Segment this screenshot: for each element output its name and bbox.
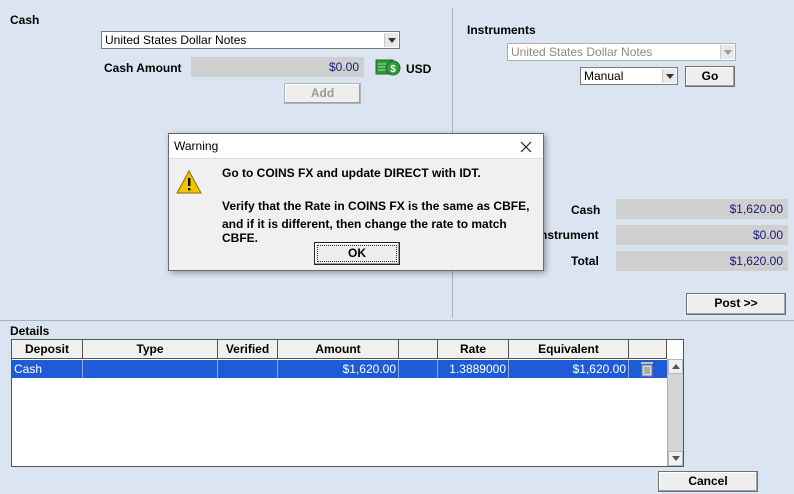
close-icon[interactable] [519,140,533,154]
cell-verified [218,360,278,378]
details-section-label: Details [10,324,50,338]
cash-amount-label: Cash Amount [104,61,182,75]
scroll-up-icon[interactable] [668,359,683,374]
column-header-blank[interactable] [399,340,438,359]
column-header-type[interactable]: Type [83,340,218,359]
go-button[interactable]: Go [685,66,735,87]
trash-icon[interactable] [640,361,654,377]
chevron-down-icon[interactable] [384,33,398,47]
instrument-total-field: $0.00 [616,225,788,245]
column-header-actions[interactable] [629,340,667,359]
cell-type [83,360,218,378]
column-header-verified[interactable]: Verified [218,340,278,359]
cell-equivalent: $1,620.00 [509,360,629,378]
svg-text:$: $ [390,64,396,75]
cell-amount: $1,620.00 [278,360,399,378]
grand-total-label: Total [571,254,599,268]
instrument-select-value: United States Dollar Notes [511,45,653,59]
mode-select-value: Manual [584,69,624,83]
delete-row-cell[interactable] [629,360,667,378]
cell-blank [399,360,438,378]
cash-total-field: $1,620.00 [616,199,788,219]
horizontal-divider [0,320,794,321]
warning-dialog[interactable]: Warning Go to COINS FX and update DIRECT… [168,133,544,271]
cell-rate: 1.3889000 [438,360,509,378]
instrument-select[interactable]: United States Dollar Notes [507,43,736,61]
grand-total-field: $1,620.00 [616,251,788,271]
money-icon[interactable]: $ [375,57,401,78]
cash-currency-select[interactable]: United States Dollar Notes [101,31,400,49]
scroll-down-icon[interactable] [668,451,683,466]
mode-select[interactable]: Manual [580,67,678,85]
dialog-message-line-3: and if it is different, then change the … [222,217,507,245]
cancel-button[interactable]: Cancel [658,471,758,492]
dialog-message-line-1: Go to COINS FX and update DIRECT with ID… [222,166,481,180]
chevron-down-icon[interactable] [720,45,734,59]
column-header-equivalent[interactable]: Equivalent [509,340,629,359]
cash-currency-value: United States Dollar Notes [105,33,247,47]
cell-deposit: Cash [12,360,83,378]
post-button[interactable]: Post >> [686,293,786,315]
warning-icon [176,170,202,194]
column-header-deposit[interactable]: Deposit [12,340,83,359]
cash-total-label: Cash [571,203,601,217]
column-header-rate[interactable]: Rate [438,340,509,359]
cash-amount-field[interactable]: $0.00 [191,57,364,77]
add-button[interactable]: Add [284,83,361,104]
grid-scrollbar[interactable] [667,359,683,466]
instrument-total-label: nstrument [540,228,599,242]
chevron-down-icon[interactable] [662,69,676,83]
currency-code: USD [406,62,432,76]
details-grid[interactable]: Deposit Type Verified Amount Rate Equiva… [11,339,684,467]
cash-section-label: Cash [10,13,40,27]
instruments-section-label: Instruments [467,23,536,37]
table-row[interactable]: Cash $1,620.00 1.3889000 $1,620.00 [12,360,667,378]
ok-button[interactable]: OK [314,242,400,265]
dialog-message-line-2: Verify that the Rate in COINS FX is the … [222,199,530,213]
dialog-title-bar[interactable]: Warning [169,134,543,159]
column-header-amount[interactable]: Amount [278,340,399,359]
dialog-title: Warning [174,139,219,153]
